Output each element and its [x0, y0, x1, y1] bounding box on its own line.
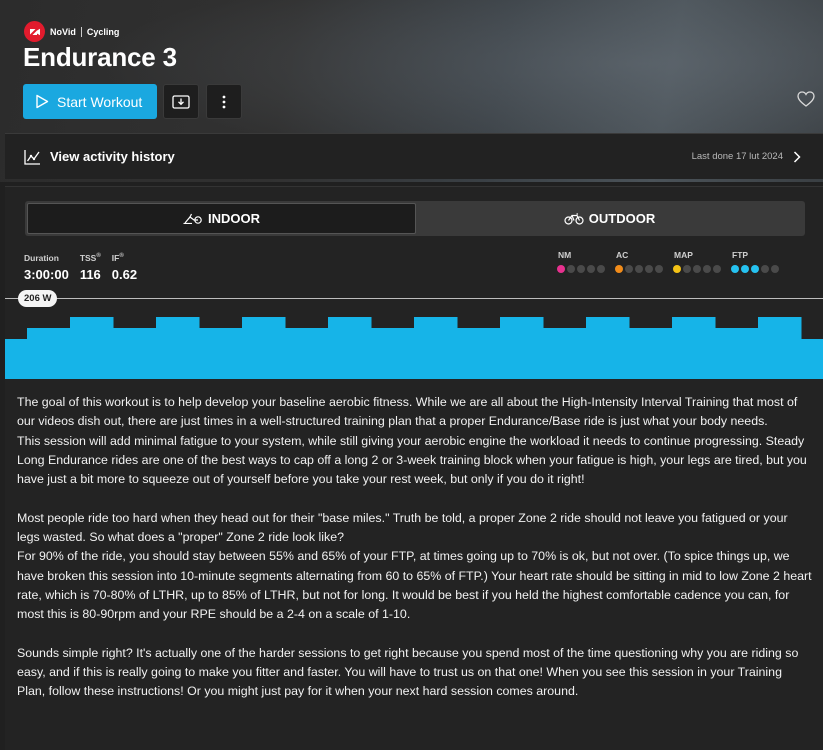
- tss-value: 116: [79, 267, 101, 282]
- registered-mark-icon: ®: [96, 253, 101, 259]
- profile-segment: [500, 317, 544, 379]
- workout-description: The goal of this workout is to help deve…: [17, 395, 812, 699]
- zone-nm: NM: [557, 250, 605, 273]
- stat-if: IF® 0.62: [112, 253, 137, 282]
- tab-outdoor[interactable]: OUTDOOR: [416, 203, 803, 234]
- profile-segment: [156, 317, 200, 379]
- favorite-button[interactable]: [797, 91, 815, 112]
- profile-segment: [285, 328, 329, 379]
- profile-segment: [27, 328, 71, 379]
- zone-dot: [673, 265, 681, 273]
- zone-dot: [751, 265, 759, 273]
- brand-divider: [80, 26, 82, 37]
- zone-dot: [587, 265, 595, 273]
- zone-dot: [731, 265, 739, 273]
- zone-dot: [713, 265, 721, 273]
- ftp-badge: 206 W: [18, 290, 58, 307]
- tab-outdoor-label: OUTDOOR: [588, 211, 656, 226]
- view-activity-history-label: View activity history: [50, 149, 175, 164]
- profile-segment: [801, 339, 823, 379]
- workout-profile-chart: [5, 317, 823, 379]
- profile-segment: [70, 317, 114, 379]
- zone-ac: AC: [615, 250, 663, 273]
- start-workout-button[interactable]: Start Workout: [23, 84, 157, 119]
- profile-segment: [457, 328, 501, 379]
- novid-logo-icon: [24, 21, 45, 42]
- zone-dots: [731, 265, 779, 273]
- zone-dot: [683, 265, 691, 273]
- heart-icon: [797, 91, 815, 107]
- profile-segment: [371, 328, 415, 379]
- view-activity-history-row[interactable]: View activity history Last done 17 lut 2…: [5, 133, 823, 179]
- zone-dots: [615, 265, 663, 273]
- zone-dot: [625, 265, 633, 273]
- profile-segment: [543, 328, 587, 379]
- chart-line-icon: [24, 149, 40, 165]
- workout-details-panel: INDOOR OUTDOOR Duration 3:00:00 TSS® 116: [5, 186, 823, 750]
- more-vertical-icon: [222, 95, 226, 108]
- profile-segment: [715, 328, 759, 379]
- if-value: 0.62: [111, 267, 138, 282]
- zone-label: MAP: [674, 250, 693, 260]
- profile-segment: [242, 317, 286, 379]
- zone-dots: [673, 265, 721, 273]
- brand-category: Cycling: [86, 26, 120, 37]
- ftp-line: [5, 298, 823, 299]
- zone-dot: [557, 265, 565, 273]
- tab-indoor[interactable]: INDOOR: [27, 203, 416, 234]
- tab-indoor-label: INDOOR: [208, 211, 260, 226]
- stat-duration: Duration 3:00:00: [24, 253, 69, 282]
- workout-title: Endurance 3: [23, 42, 177, 72]
- profile-segment: [672, 317, 716, 379]
- last-done-date: Last done 17 lut 2024: [691, 151, 783, 162]
- zone-dot: [741, 265, 749, 273]
- zone-dot: [693, 265, 701, 273]
- profile-segment: [758, 317, 802, 379]
- registered-mark-icon: ®: [119, 253, 124, 259]
- profile-segment: [199, 328, 243, 379]
- profile-segment: [5, 339, 28, 379]
- zone-dot: [567, 265, 575, 273]
- download-video-button[interactable]: [163, 84, 199, 119]
- duration-value: 3:00:00: [24, 267, 69, 282]
- zone-label: FTP: [732, 250, 749, 260]
- chevron-right-icon: [793, 150, 801, 163]
- zone-ftp: FTP: [731, 250, 779, 273]
- workout-stats: Duration 3:00:00 TSS® 116 IF® 0.62: [24, 253, 137, 282]
- profile-segment: [328, 317, 372, 379]
- zone-dot: [703, 265, 711, 273]
- indoor-bike-icon: [183, 213, 202, 224]
- bicycle-icon: [564, 212, 584, 225]
- zone-dot: [655, 265, 663, 273]
- zone-dot: [615, 265, 623, 273]
- profile-segment: [629, 328, 673, 379]
- zone-dot: [597, 265, 605, 273]
- play-icon: [36, 94, 49, 109]
- start-workout-label: Start Workout: [57, 93, 143, 110]
- brand-name: NoVid: [50, 26, 76, 37]
- zone-dot: [577, 265, 585, 273]
- zone-dot: [645, 265, 653, 273]
- profile-segment: [113, 328, 157, 379]
- zone-dot: [635, 265, 643, 273]
- duration-label: Duration: [24, 253, 59, 263]
- zone-label: AC: [616, 250, 629, 260]
- profile-segment: [414, 317, 458, 379]
- more-options-button[interactable]: [206, 84, 242, 119]
- brand: NoVid Cycling: [24, 21, 119, 42]
- zone-ratings: NM AC MAP FTP: [557, 250, 779, 273]
- workout-header: NoVid Cycling Endurance 3 Start Workout: [0, 0, 823, 182]
- zone-label: NM: [558, 250, 572, 260]
- zone-map: MAP: [673, 250, 721, 273]
- tss-label: TSS: [79, 253, 97, 263]
- mode-toggle: INDOOR OUTDOOR: [25, 201, 805, 236]
- profile-segment: [586, 317, 630, 379]
- zone-dot: [761, 265, 769, 273]
- download-video-icon: [172, 94, 190, 109]
- stat-tss: TSS® 116: [80, 253, 101, 282]
- zone-dots: [557, 265, 605, 273]
- history-meta: Last done 17 lut 2024: [691, 150, 801, 163]
- zone-dot: [771, 265, 779, 273]
